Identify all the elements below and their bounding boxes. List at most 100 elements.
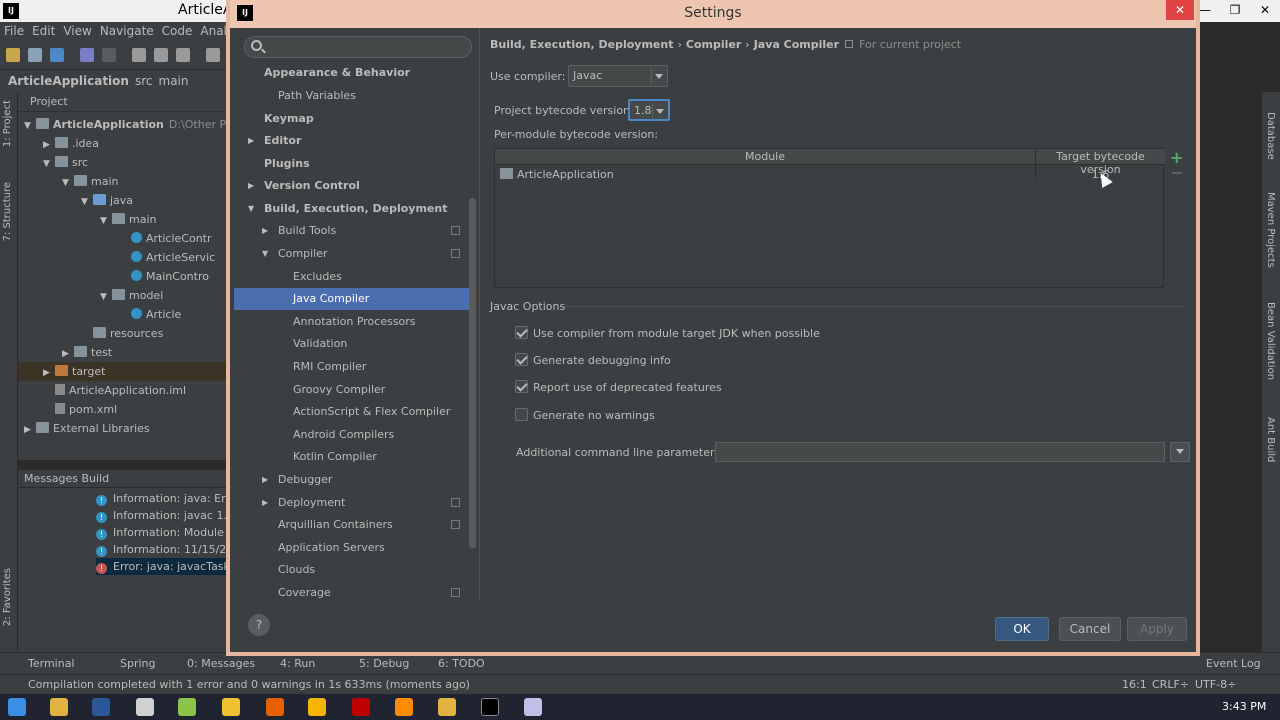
app2-icon[interactable] <box>222 698 240 716</box>
nav-item[interactable]: Android Compilers <box>234 424 474 446</box>
collapsed-arrow-icon[interactable]: ▶ <box>262 492 268 514</box>
tree-item[interactable]: ArticleApplication.iml <box>18 381 240 400</box>
undo-icon[interactable] <box>80 48 94 62</box>
use-target-jdk-checkbox[interactable] <box>515 326 528 339</box>
collapsed-arrow-icon[interactable]: ▶ <box>248 130 254 152</box>
tree-item[interactable]: ▶ External Libraries <box>18 419 240 438</box>
filezilla-icon[interactable] <box>352 698 370 716</box>
tree-item[interactable]: ▼ java <box>18 191 240 210</box>
tree-item[interactable]: ▶ target <box>18 362 240 381</box>
menu-file[interactable]: File <box>0 22 28 40</box>
no-warnings-label[interactable]: Generate no warnings <box>533 409 655 422</box>
caret-position[interactable]: 16:1 <box>1122 678 1147 691</box>
ant-build-tool-tab[interactable]: Ant Build <box>1265 417 1276 462</box>
tree-item[interactable]: ▼ ArticleApplication D:\Other Proje <box>18 115 247 134</box>
info-message[interactable]: ! Information: 11/15/20 <box>96 541 240 558</box>
no-warnings-checkbox[interactable] <box>515 408 528 421</box>
tree-item[interactable]: ▶ test <box>18 343 240 362</box>
app3-icon[interactable] <box>395 698 413 716</box>
firefox-icon[interactable] <box>266 698 284 716</box>
save-icon[interactable] <box>28 48 42 62</box>
nav-item[interactable]: Arquillian Containers <box>234 514 474 536</box>
add-module-button[interactable]: + <box>1170 150 1183 166</box>
nav-item[interactable]: ▼ Build, Execution, Deployment <box>234 198 474 220</box>
close-icon[interactable]: ✕ <box>1250 0 1280 22</box>
nav-item[interactable]: Coverage <box>234 582 474 600</box>
nav-item[interactable]: ▶ Editor <box>234 130 474 152</box>
dialog-close-button[interactable]: ✕ <box>1166 0 1194 20</box>
folder-icon[interactable] <box>438 698 456 716</box>
nav-item[interactable]: ▶ Version Control <box>234 175 474 197</box>
word-icon[interactable] <box>92 698 110 716</box>
notepad-icon[interactable] <box>178 698 196 716</box>
nav-item[interactable]: RMI Compiler <box>234 356 474 378</box>
project-panel-header[interactable]: Project <box>18 92 240 112</box>
explorer-icon[interactable] <box>50 698 68 716</box>
open-folder-icon[interactable] <box>6 48 20 62</box>
breadcrumb-project[interactable]: ArticleApplication <box>8 74 129 88</box>
nav-item[interactable]: Java Compiler <box>234 288 474 310</box>
breadcrumb-src[interactable]: src <box>135 74 153 88</box>
collapsed-arrow-icon[interactable]: ▶ <box>262 469 268 491</box>
menu-edit[interactable]: Edit <box>28 22 59 40</box>
nav-item[interactable]: Path Variables <box>234 85 474 107</box>
info-message[interactable]: ! Information: java: Erro <box>96 490 240 507</box>
cancel-button[interactable]: Cancel <box>1059 617 1121 641</box>
menu-view[interactable]: View <box>59 22 95 40</box>
nav-item[interactable]: Keymap <box>234 108 474 130</box>
database-tool-tab[interactable]: Database <box>1265 112 1276 160</box>
nav-item[interactable]: Annotation Processors <box>234 311 474 333</box>
tab-run[interactable]: 4: Run <box>280 657 315 670</box>
copy-icon[interactable] <box>154 48 168 62</box>
menu-code[interactable]: Code <box>158 22 197 40</box>
restore-icon[interactable]: ❐ <box>1220 0 1250 22</box>
apply-button[interactable]: Apply <box>1127 617 1187 641</box>
tree-item[interactable]: ArticleContr <box>18 229 240 248</box>
search-input[interactable] <box>267 39 467 55</box>
tree-item[interactable]: ▼ main <box>18 210 240 229</box>
tree-item[interactable]: ▶ .idea <box>18 134 240 153</box>
project-tool-tab[interactable]: 1: Project <box>2 100 13 147</box>
deprecation-checkbox[interactable] <box>515 380 528 393</box>
nav-item[interactable]: Excludes <box>234 266 474 288</box>
nav-item[interactable]: Plugins <box>234 153 474 175</box>
settings-search[interactable] <box>244 36 472 58</box>
collapsed-arrow-icon[interactable]: ▶ <box>24 421 36 440</box>
params-input[interactable] <box>715 442 1165 462</box>
deprecation-label[interactable]: Report use of deprecated features <box>533 381 722 394</box>
tree-item[interactable]: ▼ src <box>18 153 240 172</box>
nav-item[interactable]: Validation <box>234 333 474 355</box>
app4-icon[interactable] <box>524 698 542 716</box>
nav-item[interactable]: Appearance & Behavior <box>234 62 474 84</box>
use-compiler-select[interactable]: Javac <box>568 65 668 87</box>
sync-icon[interactable] <box>50 48 64 62</box>
expand-icon[interactable] <box>1170 442 1190 462</box>
info-message[interactable]: ! Information: javac 1.8. <box>96 507 240 524</box>
line-separator[interactable]: CRLF÷ <box>1152 678 1189 691</box>
error-message[interactable]: ! Error: java: javacTask: s <box>96 558 243 575</box>
tree-item[interactable]: ▼ model <box>18 286 240 305</box>
favorites-tool-tab[interactable]: 2: Favorites <box>2 568 13 626</box>
info-message[interactable]: ! Information: Module " <box>96 524 240 541</box>
file-encoding[interactable]: UTF-8÷ <box>1195 678 1236 691</box>
tab-messages[interactable]: 0: Messages <box>187 657 255 670</box>
app-icon[interactable] <box>136 698 154 716</box>
ok-button[interactable]: OK <box>995 617 1049 641</box>
intellij-taskbar-icon[interactable] <box>481 698 499 716</box>
structure-tool-tab[interactable]: 7: Structure <box>2 182 13 241</box>
cut-icon[interactable] <box>132 48 146 62</box>
help-button[interactable]: ? <box>248 614 270 636</box>
nav-item[interactable]: Groovy Compiler <box>234 379 474 401</box>
tab-spring[interactable]: Spring <box>120 657 156 670</box>
collapsed-arrow-icon[interactable]: ▶ <box>262 220 268 242</box>
debug-info-checkbox[interactable] <box>515 353 528 366</box>
menu-navigate[interactable]: Navigate <box>96 22 158 40</box>
chrome-icon[interactable] <box>308 698 326 716</box>
tab-todo[interactable]: 6: TODO <box>438 657 485 670</box>
debug-info-label[interactable]: Generate debugging info <box>533 354 671 367</box>
nav-item[interactable]: ▼ Compiler <box>234 243 474 265</box>
remove-module-button[interactable] <box>1172 172 1182 174</box>
maven-tool-tab[interactable]: Maven Projects <box>1265 192 1276 268</box>
tree-item[interactable]: resources <box>18 324 240 343</box>
tree-item[interactable]: Article <box>18 305 240 324</box>
